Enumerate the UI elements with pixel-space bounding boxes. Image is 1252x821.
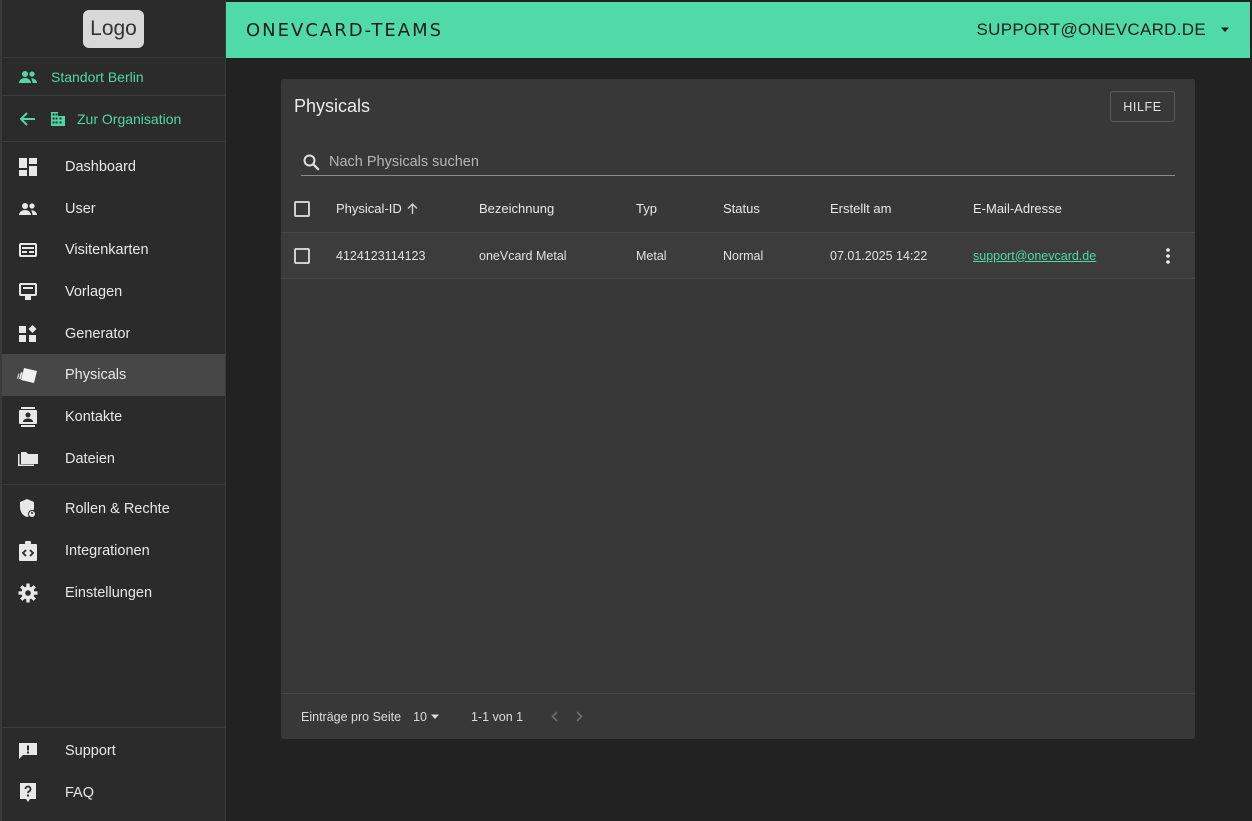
- page-range: 1-1 von 1: [470, 709, 524, 724]
- nav-label: Einstellungen: [65, 584, 153, 601]
- logo-area: Logo: [2, 0, 225, 58]
- column-physical-id[interactable]: Physical-ID: [336, 185, 418, 232]
- nav-item-visitenkarten[interactable]: Visitenkarten: [2, 229, 225, 271]
- nav-item-faq[interactable]: FAQ: [2, 772, 225, 814]
- nav-label: Visitenkarten: [65, 242, 149, 259]
- column-status[interactable]: Status: [723, 185, 760, 232]
- column-erstellt-am[interactable]: Erstellt am: [830, 185, 891, 232]
- location-label: Standort Berlin: [51, 68, 144, 85]
- gear-icon: [16, 581, 40, 605]
- column-bezeichnung[interactable]: Bezeichnung: [479, 185, 554, 232]
- template-icon: [16, 280, 40, 304]
- widgets-icon: [16, 322, 40, 346]
- help-icon: [16, 781, 40, 805]
- shield-icon: [16, 497, 40, 521]
- logo[interactable]: Logo: [83, 9, 144, 48]
- sort-ascending-icon[interactable]: [407, 202, 418, 215]
- pagination: Einträge pro Seite 10 1-1 von 1: [281, 693, 1195, 739]
- nav-divider: [2, 483, 225, 485]
- select-all-cell: [294, 185, 310, 232]
- dashboard-icon: [16, 155, 40, 179]
- nfc-card-icon: [16, 363, 40, 387]
- cell-status: Normal: [723, 248, 764, 263]
- location-item[interactable]: Standort Berlin: [2, 58, 225, 96]
- nav-label: Dashboard: [65, 158, 136, 175]
- nav-label: Vorlagen: [65, 283, 123, 300]
- nav-label: Physicals: [65, 367, 127, 384]
- table-header: Physical-ID Bezeichnung Typ Status Erste…: [281, 185, 1195, 233]
- column-email[interactable]: E-Mail-Adresse: [973, 185, 1062, 232]
- bottom-nav: Support FAQ: [2, 726, 225, 814]
- cell-physical-id: 4124123114123: [336, 248, 426, 263]
- select-all-checkbox[interactable]: [294, 200, 310, 217]
- page-title: Physicals: [294, 96, 371, 116]
- nav-item-user[interactable]: User: [2, 188, 225, 230]
- search-input[interactable]: Nach Physicals suchen: [329, 154, 479, 170]
- nav-item-support[interactable]: Support: [2, 731, 225, 773]
- cell-erstellt-am: 07.01.2025 14:22: [830, 248, 928, 263]
- next-page-button[interactable]: [576, 711, 583, 722]
- prev-page-button[interactable]: [551, 711, 558, 722]
- top-bar: ONEVCARD-TEAMS SUPPORT@ONEVCARD.DE: [226, 2, 1250, 58]
- arrow-left-icon: [17, 109, 39, 129]
- nav-item-dashboard[interactable]: Dashboard: [2, 146, 225, 188]
- sidebar: Logo Standort Berlin Zur Organisation Da…: [0, 0, 226, 821]
- building-icon: [47, 109, 69, 129]
- page-nav: [551, 711, 583, 722]
- help-button[interactable]: HILFE: [1110, 91, 1175, 122]
- caret-down-icon: [1220, 27, 1230, 33]
- column-typ[interactable]: Typ: [636, 185, 657, 232]
- folder-icon: [16, 447, 40, 471]
- per-page-value: 10: [413, 709, 427, 724]
- users-icon: [17, 67, 39, 87]
- nav-label: Dateien: [65, 450, 115, 467]
- card-icon: [16, 238, 40, 262]
- back-label: Zur Organisation: [77, 110, 182, 127]
- nav-label: User: [65, 200, 96, 217]
- email-link[interactable]: support@onevcard.de: [973, 249, 1096, 263]
- nav-label: Support: [65, 743, 116, 760]
- nav-item-vorlagen[interactable]: Vorlagen: [2, 271, 225, 313]
- nav-label: Integrationen: [65, 543, 150, 560]
- row-checkbox[interactable]: [294, 247, 310, 264]
- main-nav: Dashboard User Visitenkarten Vorlagen Ge…: [2, 142, 225, 614]
- account-menu[interactable]: SUPPORT@ONEVCARD.DE: [976, 20, 1230, 40]
- per-page-select[interactable]: 10: [413, 710, 440, 724]
- nav-label: Rollen & Rechte: [65, 501, 170, 518]
- search-icon: [303, 154, 320, 171]
- users-icon: [16, 197, 40, 221]
- nav-item-generator[interactable]: Generator: [2, 313, 225, 355]
- row-menu-button[interactable]: [1166, 233, 1170, 278]
- contacts-icon: [16, 405, 40, 429]
- cell-email-cell: support@onevcard.de: [973, 233, 1096, 278]
- row-select-cell: [294, 233, 310, 278]
- physicals-card: Physicals HILFE Nach Physicals suchen Ph…: [281, 79, 1195, 739]
- nav-label: Kontakte: [65, 408, 123, 425]
- cell-typ: Metal: [636, 248, 667, 263]
- nav-item-kontakte[interactable]: Kontakte: [2, 396, 225, 438]
- nav-item-physicals[interactable]: Physicals: [2, 354, 225, 397]
- search-field[interactable]: Nach Physicals suchen: [301, 149, 1175, 176]
- more-vertical-icon: [1166, 247, 1170, 264]
- nav-item-dateien[interactable]: Dateien: [2, 438, 225, 480]
- account-email: SUPPORT@ONEVCARD.DE: [976, 20, 1206, 39]
- cell-bezeichnung: oneVcard Metal: [479, 248, 567, 263]
- back-to-organisation[interactable]: Zur Organisation: [2, 96, 225, 142]
- per-page-label: Einträge pro Seite: [301, 709, 402, 724]
- caret-down-icon: [427, 714, 440, 720]
- nav-item-rollen-rechte[interactable]: Rollen & Rechte: [2, 489, 225, 531]
- nav-label: Generator: [65, 325, 131, 342]
- brand-logo[interactable]: ONEVCARD-TEAMS: [246, 20, 443, 41]
- nav-item-integrationen[interactable]: Integrationen: [2, 530, 225, 572]
- nav-item-einstellungen[interactable]: Einstellungen: [2, 572, 225, 614]
- nav-label: FAQ: [65, 785, 95, 802]
- table-row[interactable]: 4124123114123 oneVcard Metal Metal Norma…: [281, 233, 1195, 279]
- integration-icon: [16, 539, 40, 563]
- feedback-icon: [16, 739, 40, 763]
- column-label: Physical-ID: [336, 201, 402, 216]
